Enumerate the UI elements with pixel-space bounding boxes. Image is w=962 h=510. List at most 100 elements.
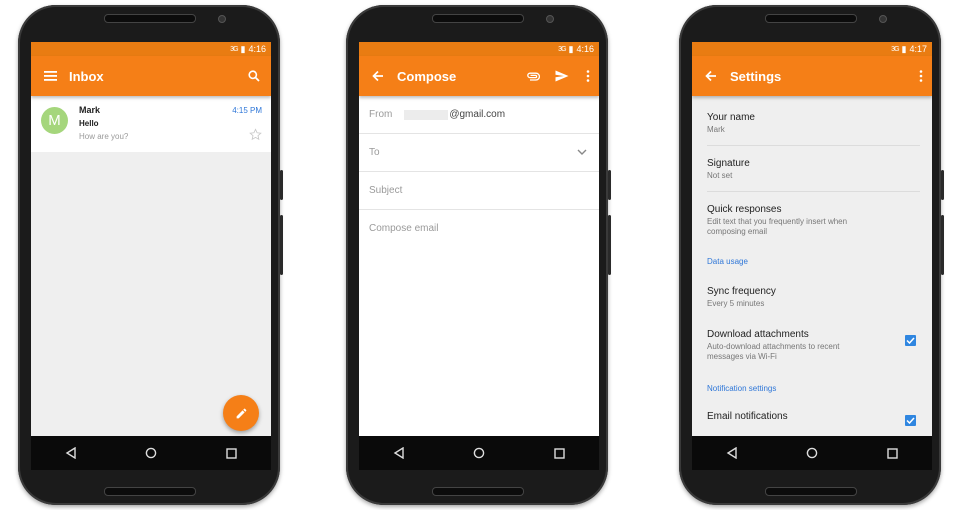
compose-fab[interactable]	[223, 395, 259, 431]
signal-icon: 3G	[891, 45, 899, 53]
setting-signature[interactable]: Signature Not set	[707, 146, 920, 192]
status-bar: 3G ▮ 4:16	[359, 42, 599, 56]
pencil-icon	[235, 407, 248, 420]
power-button	[280, 170, 283, 200]
page-title: Compose	[397, 68, 457, 84]
to-label: To	[369, 147, 380, 158]
battery-icon: ▮	[568, 43, 574, 54]
phone-settings: 3G ▮ 4:17 Settings Your name Mark Signat…	[679, 5, 944, 505]
page-title: Settings	[730, 68, 782, 84]
mail-subject: Hello	[79, 119, 99, 128]
front-camera	[879, 15, 887, 23]
back-arrow-icon[interactable]	[692, 70, 730, 82]
section-header-notifications: Notification settings	[707, 384, 777, 393]
mail-snippet: How are you?	[79, 132, 129, 141]
setting-quick-responses[interactable]: Quick responses Edit text that you frequ…	[707, 192, 920, 247]
setting-title: Download attachments	[707, 329, 809, 340]
email-notifications-checkbox[interactable]	[905, 415, 916, 426]
setting-title: Email notifications	[707, 411, 788, 422]
screen-inbox: 3G ▮ 4:16 Inbox M Mark Hello How are you…	[31, 42, 271, 436]
front-camera	[218, 15, 226, 23]
signal-icon: 3G	[558, 45, 566, 53]
body-field[interactable]: Compose email	[359, 210, 599, 247]
status-time: 4:17	[909, 44, 927, 54]
nav-home-icon[interactable]	[145, 447, 157, 459]
earpiece-speaker	[104, 14, 196, 23]
setting-title: Sync frequency	[707, 286, 776, 297]
earpiece-speaker	[765, 14, 857, 23]
page-title: Inbox	[69, 68, 104, 84]
setting-value: Mark	[707, 125, 725, 134]
setting-description: Auto-download attachments to recent mess…	[707, 342, 840, 361]
from-domain: @gmail.com	[449, 109, 506, 120]
status-time: 4:16	[248, 44, 266, 54]
subject-placeholder: Subject	[369, 185, 403, 196]
chevron-down-icon[interactable]	[577, 147, 587, 158]
bottom-speaker	[765, 487, 857, 496]
setting-title: Quick responses	[707, 204, 782, 215]
volume-button	[941, 215, 944, 275]
battery-icon: ▮	[901, 43, 907, 54]
volume-button	[608, 215, 611, 275]
bottom-speaker	[432, 487, 524, 496]
setting-email-notifications[interactable]: Email notifications	[707, 405, 920, 430]
system-nav-bar	[692, 436, 932, 470]
from-field[interactable]: From @gmail.com	[359, 96, 599, 134]
setting-sync-frequency[interactable]: Sync frequency Every 5 minutes	[707, 278, 920, 317]
power-button	[608, 170, 611, 200]
avatar: M	[41, 107, 68, 134]
power-button	[941, 170, 944, 200]
screen-settings: 3G ▮ 4:17 Settings Your name Mark Signat…	[692, 42, 932, 436]
back-arrow-icon[interactable]	[359, 70, 397, 82]
more-vert-icon[interactable]	[910, 70, 932, 82]
setting-value: Not set	[707, 171, 733, 180]
volume-button	[280, 215, 283, 275]
attachment-icon[interactable]	[519, 72, 547, 81]
nav-home-icon[interactable]	[473, 447, 485, 459]
app-bar: Settings	[692, 56, 932, 96]
phone-inbox: 3G ▮ 4:16 Inbox M Mark Hello How are you…	[18, 5, 283, 505]
compose-form: From @gmail.com To Subject Compose email	[359, 96, 599, 436]
setting-description: Edit text that you frequently insert whe…	[707, 217, 848, 236]
earpiece-speaker	[432, 14, 524, 23]
battery-icon: ▮	[240, 43, 246, 54]
app-bar: Inbox	[31, 56, 271, 96]
more-vert-icon[interactable]	[577, 70, 599, 82]
subject-field[interactable]: Subject	[359, 172, 599, 210]
mail-sender: Mark	[79, 105, 101, 115]
nav-back-icon[interactable]	[393, 447, 405, 459]
bottom-speaker	[104, 487, 196, 496]
setting-title: Signature	[707, 158, 750, 169]
status-time: 4:16	[576, 44, 594, 54]
menu-icon[interactable]	[31, 71, 69, 81]
setting-download-attachments[interactable]: Download attachments Auto-download attac…	[707, 317, 920, 372]
search-icon[interactable]	[237, 70, 271, 82]
to-field[interactable]: To	[359, 134, 599, 172]
body-placeholder: Compose email	[369, 223, 439, 234]
star-outline-icon[interactable]	[249, 128, 262, 146]
from-label: From	[369, 109, 393, 120]
list-item[interactable]: M Mark Hello How are you? 4:15 PM	[31, 96, 271, 152]
nav-home-icon[interactable]	[806, 447, 818, 459]
nav-back-icon[interactable]	[65, 447, 77, 459]
nav-recents-icon[interactable]	[226, 447, 237, 459]
redacted-username	[404, 109, 449, 120]
screen-compose: 3G ▮ 4:16 Compose From @gmail.com To Sub…	[359, 42, 599, 436]
nav-back-icon[interactable]	[726, 447, 738, 459]
send-icon[interactable]	[547, 70, 577, 82]
signal-icon: 3G	[230, 45, 238, 53]
setting-title: Your name	[707, 112, 755, 123]
download-attachments-checkbox[interactable]	[905, 335, 916, 346]
mail-time: 4:15 PM	[232, 106, 262, 115]
setting-value: Every 5 minutes	[707, 299, 765, 308]
setting-your-name[interactable]: Your name Mark	[707, 96, 920, 146]
system-nav-bar	[31, 436, 271, 470]
nav-recents-icon[interactable]	[887, 447, 898, 459]
from-value: @gmail.com	[404, 109, 505, 120]
system-nav-bar	[359, 436, 599, 470]
status-bar: 3G ▮ 4:16	[31, 42, 271, 56]
phone-compose: 3G ▮ 4:16 Compose From @gmail.com To Sub…	[346, 5, 611, 505]
nav-recents-icon[interactable]	[554, 447, 565, 459]
section-header-data-usage: Data usage	[707, 257, 748, 266]
status-bar: 3G ▮ 4:17	[692, 42, 932, 56]
